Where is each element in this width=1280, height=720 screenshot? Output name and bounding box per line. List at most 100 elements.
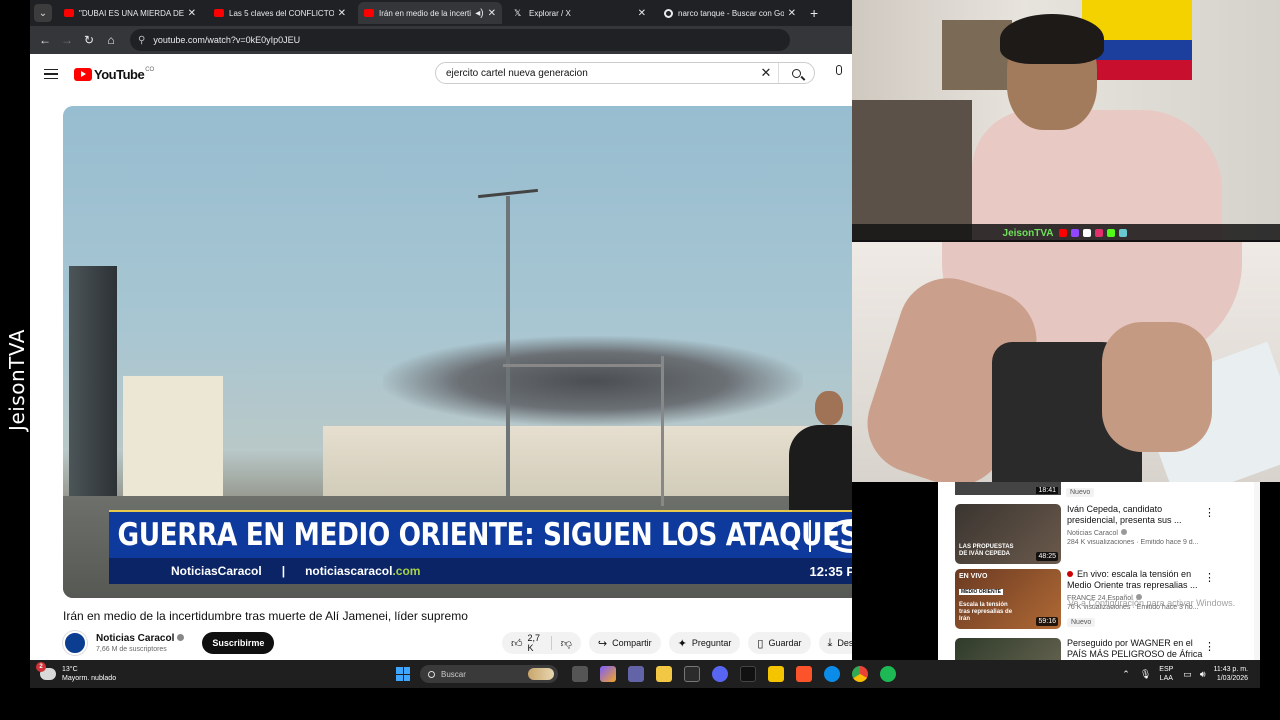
ask-button[interactable]: ✦ Preguntar: [668, 632, 741, 654]
more-options-icon[interactable]: ⋮: [1204, 571, 1215, 584]
close-icon[interactable]: ✕: [638, 8, 646, 19]
address-bar: ← → ↻ ⌂ ⚲ youtube.com/watch?v=0kE0yIp0JE…: [30, 26, 852, 54]
subscriber-count: 7,66 M de suscriptores: [96, 646, 167, 653]
speaker-icon[interactable]: ◂): [475, 8, 483, 19]
close-icon[interactable]: ✕: [788, 8, 796, 19]
search-icon: [792, 68, 801, 78]
youtube-icon: [364, 9, 374, 17]
share-button[interactable]: ↪ Compartir: [588, 632, 661, 654]
verified-icon: [1120, 529, 1127, 535]
tab-2[interactable]: Las 5 claves del CONFLICTO ✕: [208, 2, 352, 24]
language-indicator[interactable]: ESP LAA: [1159, 665, 1173, 683]
new-tab-icon[interactable]: +: [810, 5, 818, 21]
rec-thumbnail[interactable]: EN VIVO MEDIO ORIENTE Escala la tensión …: [955, 569, 1061, 629]
video-player[interactable]: GUERRA EN MEDIO ORIENTE: SIGUEN LOS ATAQ…: [63, 106, 852, 598]
reload-icon[interactable]: ↻: [78, 33, 100, 47]
weather-widget[interactable]: 2 13°C Mayorm. nublado: [36, 662, 117, 683]
tab-title: narco tanque - Buscar con Goo: [678, 8, 784, 18]
tab-4[interactable]: 𝕏 Explorar / X ✕: [508, 2, 652, 24]
new-badge: Nuevo: [1067, 618, 1096, 627]
close-icon[interactable]: ✕: [488, 8, 496, 19]
subscribe-button[interactable]: Suscribirme: [202, 632, 275, 654]
app-icon[interactable]: [768, 666, 784, 682]
file-explorer-icon[interactable]: [656, 666, 672, 682]
brave-icon[interactable]: [796, 666, 812, 682]
site-info-icon[interactable]: ⚲: [138, 35, 145, 46]
mic-icon[interactable]: 🎙︎: [1140, 669, 1151, 680]
dislike-button[interactable]: 👎︎: [552, 637, 581, 650]
youtube-logo[interactable]: YouTube CO: [74, 67, 154, 82]
tab-search-dropdown[interactable]: ⌄: [34, 4, 52, 22]
more-options-icon[interactable]: ⋮: [1204, 506, 1215, 519]
taskbar: 2 13°C Mayorm. nublado Buscar ⌃ 🎙︎ ESP L…: [30, 660, 1260, 688]
windows-start-icon[interactable]: [396, 667, 410, 681]
tiktok-icon: [1119, 229, 1128, 237]
new-badge: Nuevo: [1066, 488, 1095, 497]
scrollbar[interactable]: [1254, 482, 1260, 660]
close-icon[interactable]: ✕: [338, 8, 346, 19]
cam-name: JeisonTVA: [1002, 227, 1054, 239]
chrome-icon[interactable]: [852, 666, 868, 682]
menu-icon[interactable]: [44, 66, 58, 83]
microphone-icon[interactable]: [836, 65, 842, 75]
thumbs-down-icon: 👎︎: [560, 637, 572, 650]
x-icon: 𝕏: [514, 8, 522, 18]
copilot-icon[interactable]: [600, 666, 616, 682]
close-icon[interactable]: ✕: [188, 8, 196, 19]
discord-icon[interactable]: [712, 666, 728, 682]
channel-avatar[interactable]: [63, 631, 87, 655]
save-button[interactable]: ▯ Guardar: [748, 632, 811, 654]
search-input[interactable]: ejercito cartel nueva generacion: [436, 68, 754, 79]
like-button[interactable]: 👍︎ 2,7 K: [502, 633, 552, 653]
task-view-icon[interactable]: [572, 666, 588, 682]
back-icon[interactable]: ←: [34, 33, 56, 47]
url-field[interactable]: ⚲ youtube.com/watch?v=0kE0yIp0JEU: [130, 29, 790, 51]
video-scene: [503, 364, 663, 367]
chevron-up-icon[interactable]: ⌃: [1122, 669, 1130, 680]
tab-5[interactable]: narco tanque - Buscar con Goo ✕: [658, 2, 802, 24]
rec-item[interactable]: LAS PROPUESTAS DE IVÁN CEPEDA 48:25 Iván…: [955, 504, 1245, 564]
search-icon: [428, 670, 435, 678]
duration-label: 18:41: [1036, 487, 1058, 494]
home-icon[interactable]: ⌂: [100, 33, 122, 47]
duration-label: 48:25: [1036, 552, 1058, 561]
volume-icon[interactable]: 🔊︎: [1200, 669, 1206, 680]
clear-search-icon[interactable]: ✕: [754, 65, 778, 81]
rec-thumbnail[interactable]: [955, 638, 1061, 660]
rec-item[interactable]: Perseguido por WAGNER en el PAÍS MÁS PEL…: [955, 638, 1245, 660]
bookmark-icon: ▯: [757, 637, 764, 650]
logo-text: YouTube: [94, 66, 145, 82]
spotify-icon[interactable]: [880, 666, 896, 682]
search-button[interactable]: [778, 63, 814, 83]
logo-country: CO: [145, 67, 155, 73]
rec-thumbnail[interactable]: 18:41: [955, 482, 1061, 495]
thumb-tag: MEDIO ORIENTE: [959, 589, 1004, 595]
clock[interactable]: 11:43 p. m. 1/03/2026: [1213, 665, 1248, 683]
tab-3-active[interactable]: Irán en medio de la incertid ◂) ✕: [358, 2, 502, 24]
twitch-icon: [1071, 229, 1080, 237]
taskbar-search[interactable]: Buscar: [420, 665, 558, 683]
obs-icon[interactable]: [684, 666, 700, 682]
tab-1[interactable]: "DUBAI ES UNA MIERDA DE CH ✕: [58, 2, 202, 24]
forward-icon[interactable]: →: [56, 33, 78, 47]
news-banner: GUERRA EN MEDIO ORIENTE: SIGUEN LOS ATAQ…: [109, 510, 852, 558]
share-icon: ↪: [597, 637, 608, 650]
recommendations-sidebar: 18:41 Nuevo LAS PROPUESTAS DE IVÁN CEPED…: [938, 482, 1254, 660]
webcam-face: [852, 0, 1280, 240]
tiktok-icon[interactable]: [740, 666, 756, 682]
channel-name[interactable]: Noticias Caracol: [96, 633, 185, 644]
weather-text: Mayorm. nublado: [62, 675, 117, 682]
rec-stats: 284 K visualizaciones · Emitido hace 9 d…: [1067, 539, 1199, 546]
rec-title[interactable]: Iván Cepeda, candidato presidencial, pre…: [1067, 504, 1215, 526]
rec-title[interactable]: Perseguido por WAGNER en el PAÍS MÁS PEL…: [1067, 638, 1215, 660]
network-icon[interactable]: ▭: [1183, 669, 1192, 680]
rec-thumbnail[interactable]: LAS PROPUESTAS DE IVÁN CEPEDA 48:25: [955, 504, 1061, 564]
youtube-icon: [64, 9, 74, 17]
more-options-icon[interactable]: ⋮: [1204, 640, 1215, 653]
rec-title[interactable]: En vivo: escala la tensión en Medio Orie…: [1067, 569, 1215, 591]
download-button[interactable]: ⤓Descargar: [818, 632, 852, 654]
teams-icon[interactable]: [628, 666, 644, 682]
edge-icon[interactable]: [824, 666, 840, 682]
live-dot-icon: [1067, 571, 1073, 577]
search-box[interactable]: ejercito cartel nueva generacion ✕: [435, 62, 815, 84]
